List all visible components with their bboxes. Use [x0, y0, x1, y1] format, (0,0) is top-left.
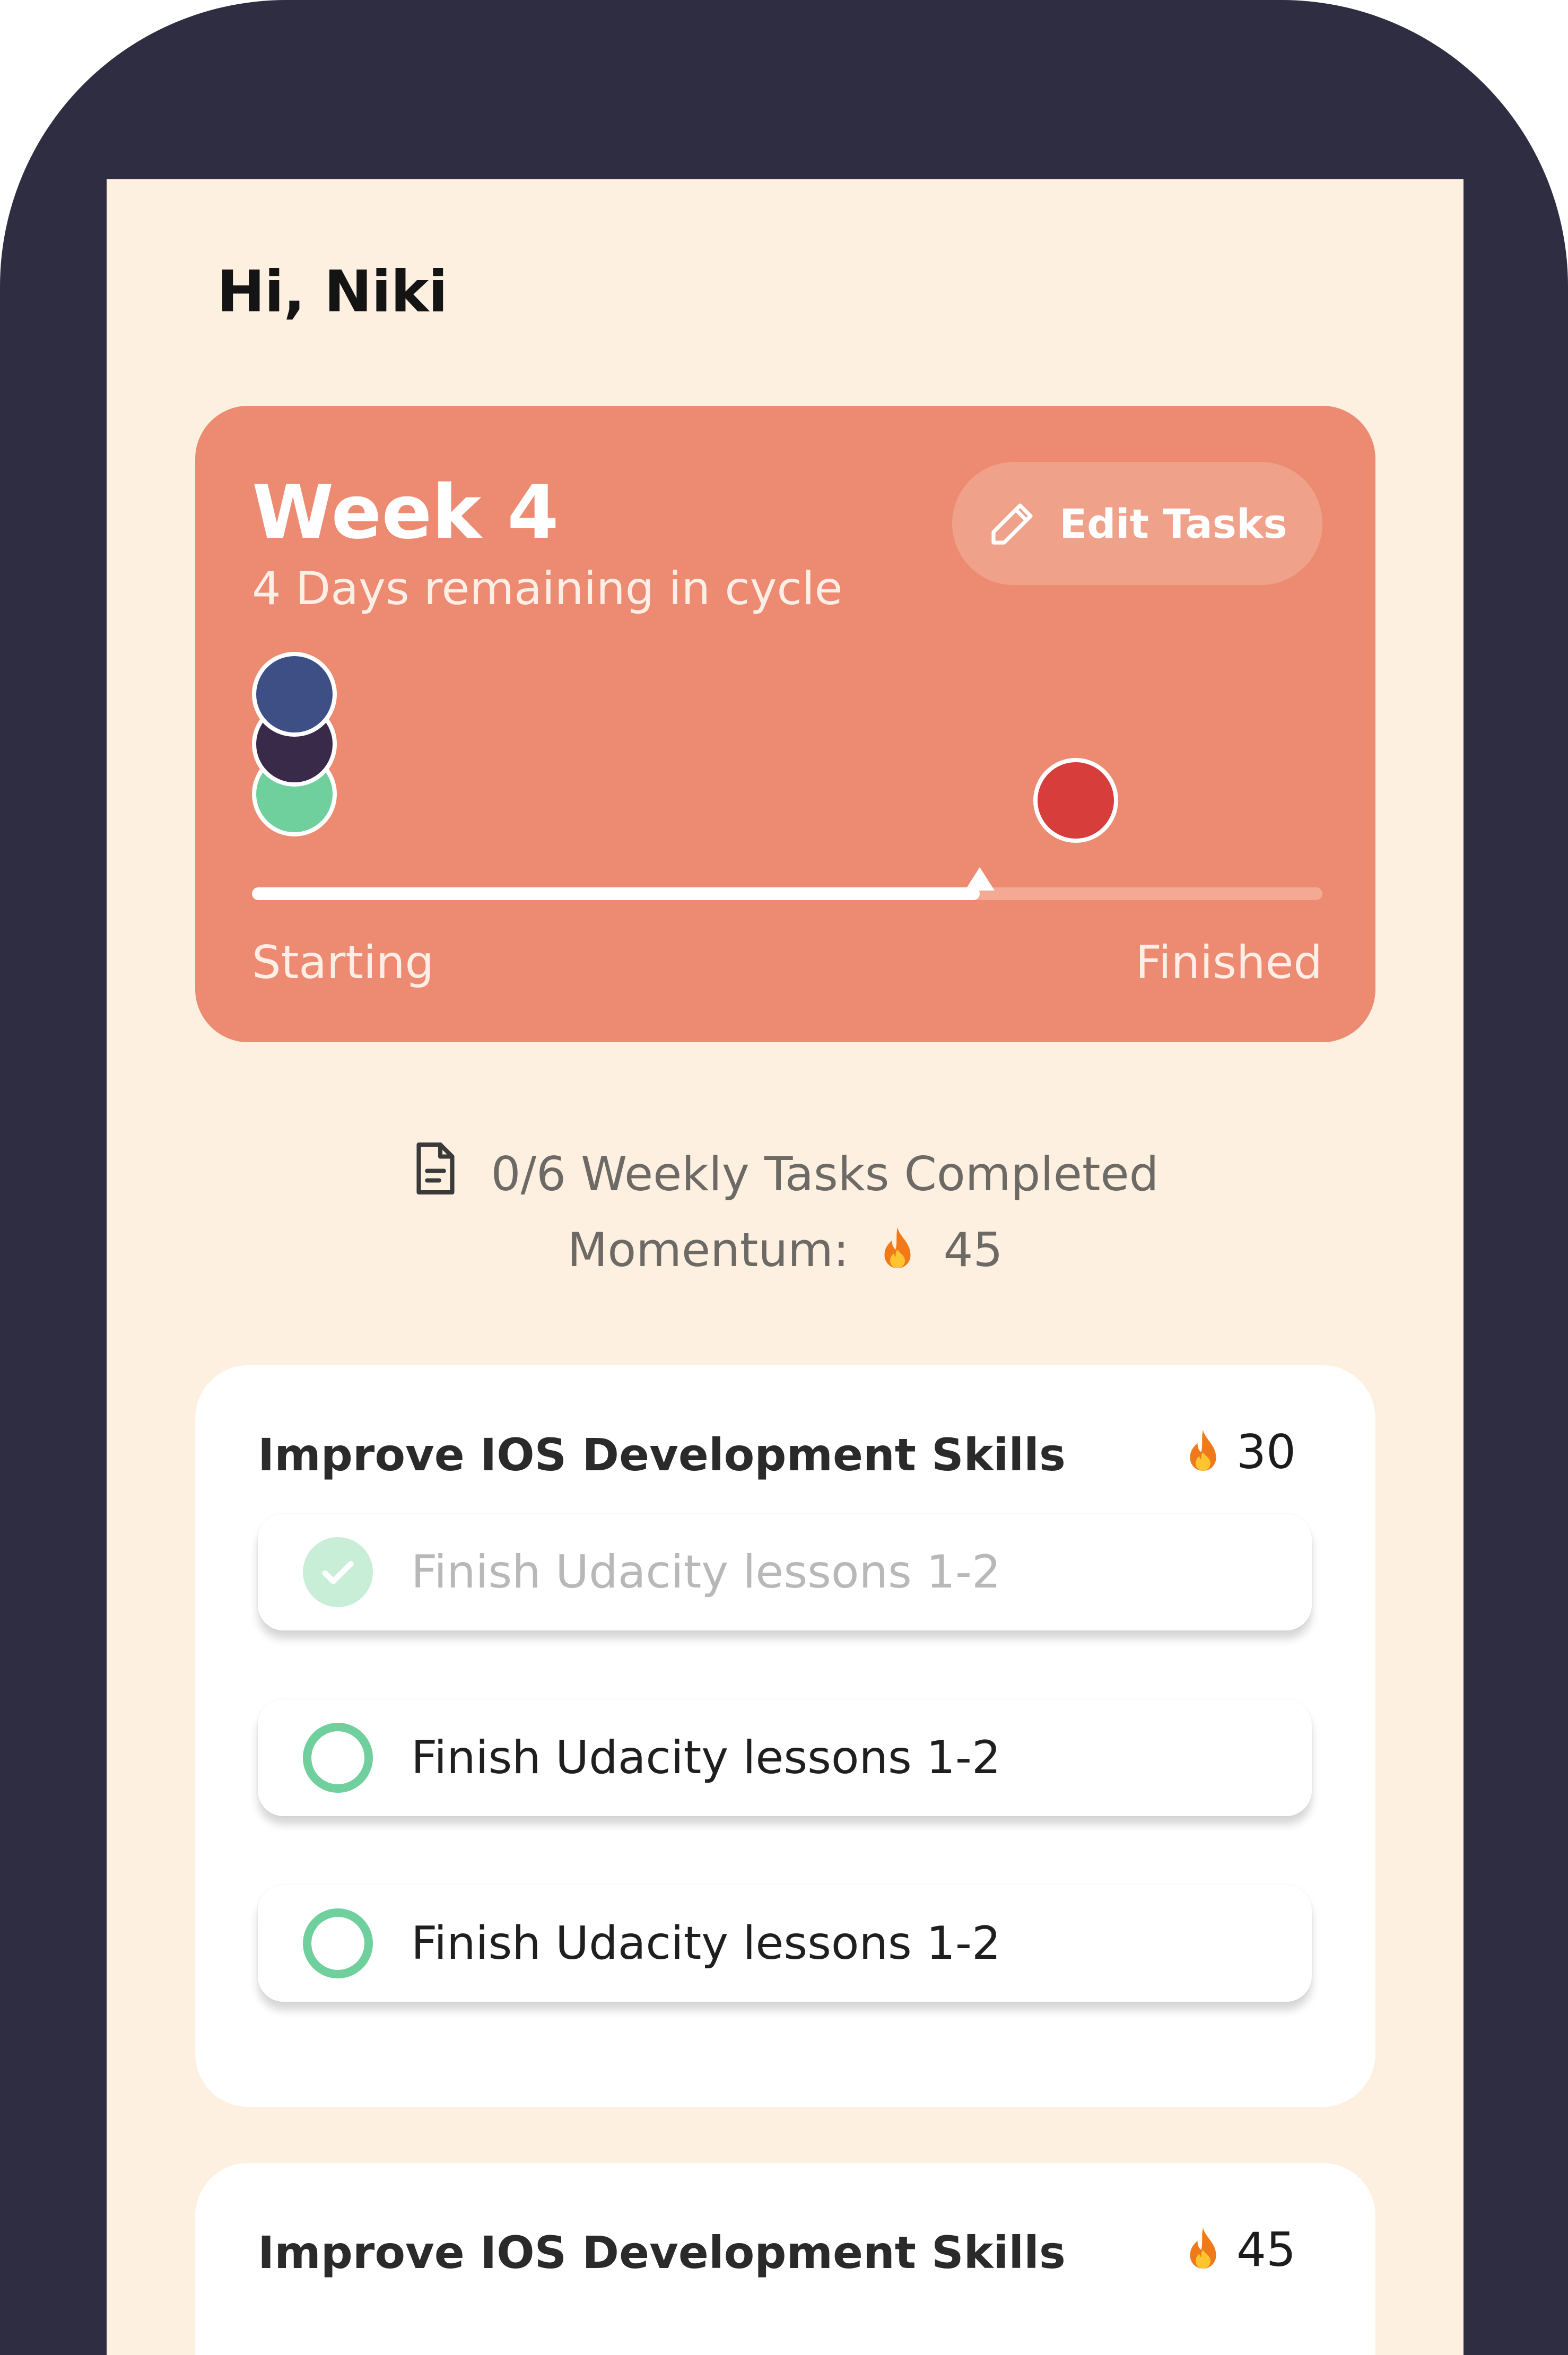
empty-circle-icon[interactable] — [303, 1723, 373, 1793]
goal-score-value: 45 — [1236, 2222, 1296, 2277]
empty-circle-icon[interactable] — [303, 1908, 373, 1978]
progress-dot-red — [1033, 758, 1118, 843]
task-item[interactable]: Finish Udacity lessons 1-2 — [258, 1699, 1312, 1816]
week-title: Week 4 — [252, 469, 559, 556]
task-label: Finish Udacity lessons 1-2 — [411, 1917, 1001, 1970]
goal-title: Improve IOS Development Skills — [258, 1429, 1066, 1481]
task-label: Finish Udacity lessons 1-2 — [411, 1731, 1001, 1784]
document-icon — [416, 1142, 455, 1195]
goal-score: 30 — [1184, 1425, 1296, 1479]
progress-marker — [965, 867, 995, 891]
edit-tasks-label: Edit Tasks — [1059, 500, 1287, 547]
flame-icon — [884, 1227, 911, 1269]
goal-card: Improve IOS Development Skills 30 Finish… — [195, 1365, 1375, 2107]
check-circle-icon[interactable] — [303, 1537, 373, 1607]
start-label: Starting — [252, 936, 434, 989]
goal-score: 45 — [1184, 2222, 1296, 2277]
goal-card: Improve IOS Development Skills 45 — [195, 2163, 1375, 2355]
task-item[interactable]: Finish Udacity lessons 1-2 — [258, 1514, 1312, 1630]
week-progress-card: Week 4 4 Days remaining in cycle Edit Ta… — [195, 406, 1375, 1042]
momentum-summary: Momentum: 45 — [107, 1219, 1464, 1277]
pencil-icon — [991, 503, 1033, 545]
tasks-completed-text: 0/6 Weekly Tasks Completed — [491, 1147, 1159, 1201]
goal-score-value: 30 — [1236, 1425, 1296, 1479]
device-frame: Hi, Niki Week 4 4 Days remaining in cycl… — [0, 0, 1568, 2355]
flame-icon — [1190, 1429, 1216, 1471]
progress-dot-navy — [252, 652, 337, 737]
momentum-value: 45 — [943, 1222, 1003, 1277]
cycle-remaining-text: 4 Days remaining in cycle — [252, 562, 843, 615]
task-label: Finish Udacity lessons 1-2 — [411, 1546, 1001, 1599]
app-screen: Hi, Niki Week 4 4 Days remaining in cycl… — [107, 179, 1464, 2355]
greeting-heading: Hi, Niki — [217, 259, 448, 325]
weekly-tasks-summary: 0/6 Weekly Tasks Completed — [107, 1139, 1464, 1209]
momentum-label: Momentum: — [567, 1222, 849, 1277]
end-label: Finished — [1135, 936, 1322, 989]
cycle-progress-track — [252, 887, 1322, 900]
flame-icon — [1190, 2227, 1216, 2269]
edit-tasks-button[interactable]: Edit Tasks — [952, 462, 1322, 585]
task-item[interactable]: Finish Udacity lessons 1-2 — [258, 1885, 1312, 2002]
goal-title: Improve IOS Development Skills — [258, 2227, 1066, 2279]
cycle-progress-fill — [252, 887, 980, 900]
